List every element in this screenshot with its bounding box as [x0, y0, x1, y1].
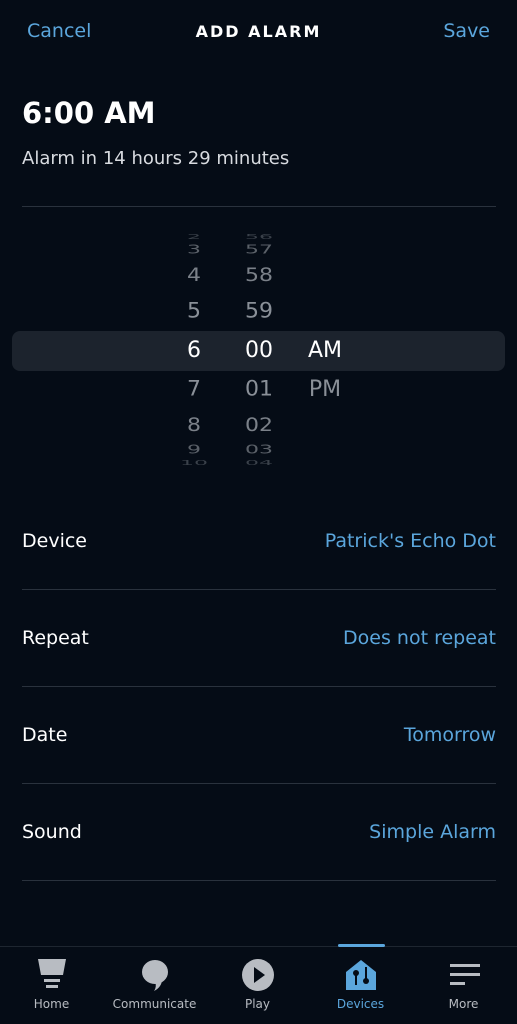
setting-row-date[interactable]: Date Tomorrow — [22, 724, 496, 754]
picker-hour[interactable]: 8 — [164, 416, 224, 436]
setting-value[interactable]: Tomorrow — [404, 724, 496, 746]
picker-minute[interactable]: 02 — [229, 416, 289, 436]
picker-minute[interactable]: 57 — [229, 244, 289, 256]
divider — [22, 783, 496, 784]
picker-minute[interactable]: 04 — [229, 460, 289, 467]
setting-label: Sound — [22, 821, 82, 843]
picker-period[interactable]: AM — [295, 340, 355, 362]
picker-hour[interactable]: 3 — [164, 244, 224, 256]
devices-house-icon — [309, 953, 412, 997]
divider — [22, 686, 496, 687]
setting-value[interactable]: Simple Alarm — [369, 821, 496, 843]
menu-icon — [412, 953, 515, 997]
nav-communicate[interactable]: Communicate — [103, 947, 206, 1011]
picker-hour[interactable]: 6 — [164, 340, 224, 362]
nav-label: More — [448, 997, 479, 1011]
picker-minute[interactable]: 58 — [229, 266, 289, 286]
nav-devices[interactable]: Devices — [309, 947, 412, 1011]
nav-play[interactable]: Play — [206, 947, 309, 1011]
bottom-nav: Home Communicate Play Devices More — [0, 946, 517, 1024]
setting-row-repeat[interactable]: Repeat Does not repeat — [22, 627, 496, 657]
setting-value[interactable]: Patrick's Echo Dot — [325, 530, 496, 552]
nav-label: Home — [33, 997, 70, 1011]
picker-minute[interactable]: 03 — [229, 444, 289, 456]
nav-label: Communicate — [112, 997, 197, 1011]
setting-row-sound[interactable]: Sound Simple Alarm — [22, 821, 496, 851]
setting-label: Device — [22, 530, 87, 552]
nav-label: Devices — [336, 997, 385, 1011]
time-picker[interactable]: 2 56 3 57 4 58 5 59 6 00 7 01 8 02 9 03 10 04 AM PM — [0, 0, 517, 480]
picker-minute[interactable]: 59 — [229, 301, 289, 323]
home-icon — [0, 953, 103, 997]
picker-hour[interactable]: 4 — [164, 266, 224, 286]
picker-hour[interactable]: 10 — [164, 460, 224, 467]
play-icon — [206, 953, 309, 997]
divider — [22, 589, 496, 590]
active-tab-indicator — [338, 944, 385, 947]
picker-hour[interactable]: 9 — [164, 444, 224, 456]
divider — [22, 880, 496, 881]
nav-home[interactable]: Home — [0, 947, 103, 1011]
picker-period[interactable]: PM — [295, 379, 355, 401]
picker-hour[interactable]: 5 — [164, 301, 224, 323]
picker-minute[interactable]: 01 — [229, 379, 289, 401]
picker-hour[interactable]: 2 — [164, 234, 224, 241]
setting-label: Repeat — [22, 627, 89, 649]
setting-row-device[interactable]: Device Patrick's Echo Dot — [22, 530, 496, 560]
setting-label: Date — [22, 724, 68, 746]
picker-minute[interactable]: 56 — [229, 234, 289, 241]
chat-bubble-icon — [103, 953, 206, 997]
nav-label: Play — [244, 997, 271, 1011]
setting-value[interactable]: Does not repeat — [343, 627, 496, 649]
nav-more[interactable]: More — [412, 947, 515, 1011]
picker-hour[interactable]: 7 — [164, 379, 224, 401]
picker-minute[interactable]: 00 — [229, 340, 289, 362]
